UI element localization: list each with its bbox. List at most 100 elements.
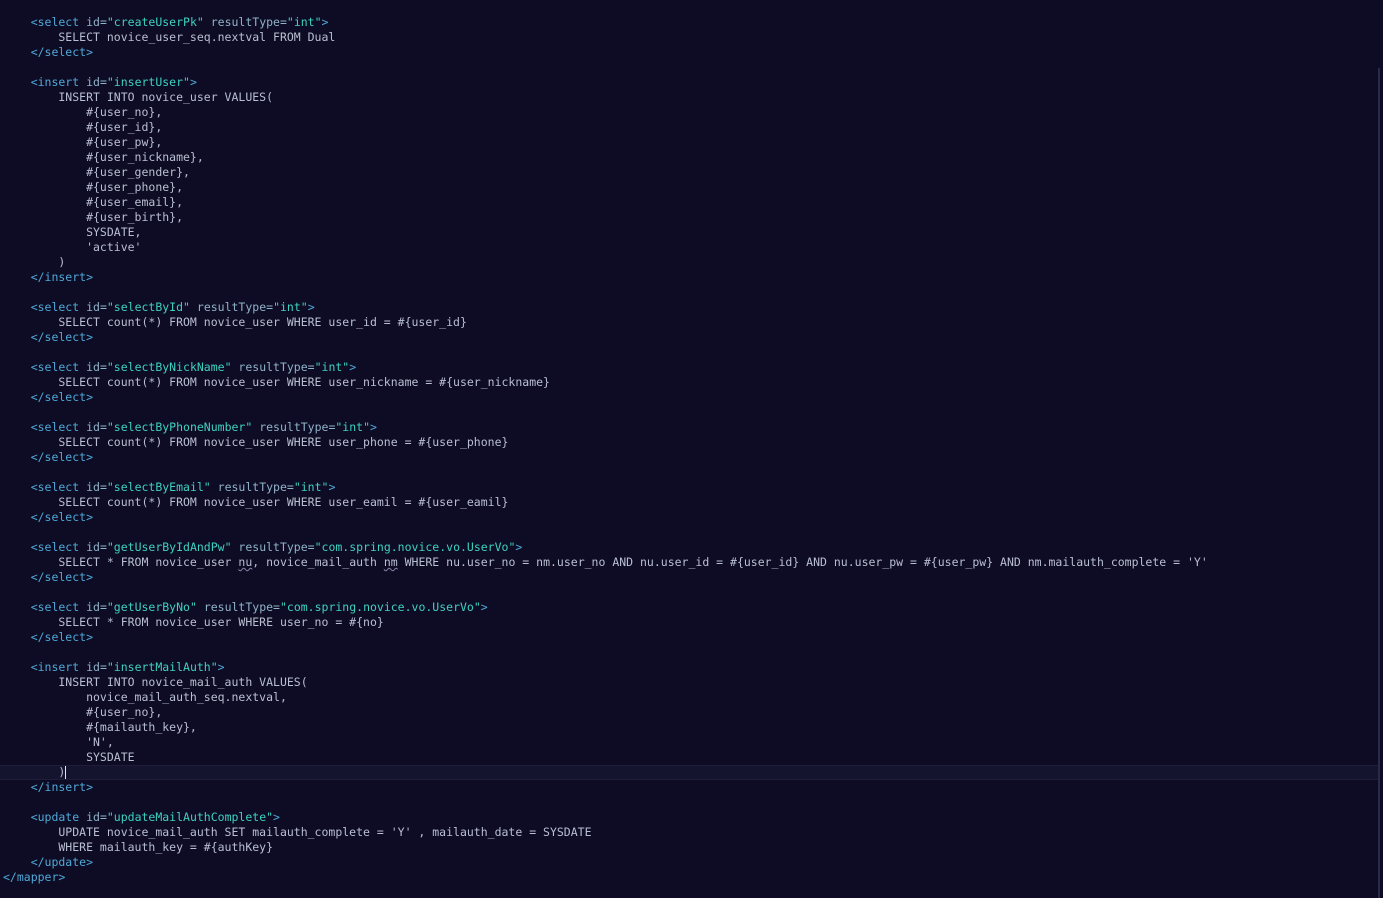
code-line[interactable]: ) [0,255,1378,270]
code-line[interactable]: #{user_no}, [0,105,1378,120]
code-token: INSERT INTO novice_mail_auth VALUES( [3,675,308,689]
code-token: "updateMailAuthComplete" [106,810,274,824]
code-line[interactable]: <select id="selectByEmail" resultType="i… [0,480,1378,495]
code-line[interactable]: #{user_birth}, [0,210,1378,225]
code-line[interactable]: <select id="selectById" resultType="int"… [0,300,1378,315]
code-line[interactable] [0,60,1378,75]
code-token: SELECT * FROM novice_user WHERE user_no … [3,615,384,629]
code-editor[interactable]: <select id="createUserPk" resultType="in… [0,0,1383,898]
code-line[interactable]: SELECT * FROM novice_user WHERE user_no … [0,615,1378,630]
code-line[interactable]: </insert> [0,270,1378,285]
code-token: > [189,75,197,89]
code-token: > [515,540,523,554]
code-line[interactable]: #{user_phone}, [0,180,1378,195]
code-line[interactable]: </select> [0,45,1378,60]
code-line[interactable]: <insert id="insertMailAuth"> [0,660,1378,675]
code-line[interactable]: <select id="selectByPhoneNumber" resultT… [0,420,1378,435]
code-line[interactable]: #{mailauth_key}, [0,720,1378,735]
code-token: "selectByEmail" [106,480,211,494]
code-line[interactable]: </select> [0,570,1378,585]
code-line[interactable] [0,285,1378,300]
code-token: UPDATE novice_mail_auth SET mailauth_com… [3,825,592,839]
code-token: 'active' [3,240,142,254]
code-line[interactable]: </select> [0,330,1378,345]
code-token: resultType= [189,300,274,314]
code-line[interactable]: SYSDATE, [0,225,1378,240]
code-line[interactable]: <select id="selectByNickName" resultType… [0,360,1378,375]
code-line[interactable]: SELECT novice_user_seq.nextval FROM Dual [0,30,1378,45]
code-line[interactable]: SELECT * FROM novice_user nu, novice_mai… [0,555,1378,570]
code-line[interactable]: SELECT count(*) FROM novice_user WHERE u… [0,375,1378,390]
code-line[interactable]: </select> [0,510,1378,525]
code-token: nu [238,555,253,569]
code-token: "com.spring.novice.vo.UserVo" [314,540,516,554]
code-token: </select> [3,390,94,404]
code-line[interactable]: SYSDATE [0,750,1378,765]
code-token: "int" [273,300,308,314]
code-line[interactable] [0,525,1378,540]
code-line[interactable]: </insert> [0,780,1378,795]
code-token: "insertMailAuth" [106,660,218,674]
code-line[interactable]: </select> [0,630,1378,645]
code-token: , novice_mail_auth [252,555,384,569]
code-line[interactable] [0,465,1378,480]
code-line-current[interactable]: ) [0,765,1378,780]
code-line[interactable]: INSERT INTO novice_mail_auth VALUES( [0,675,1378,690]
code-line[interactable]: #{user_no}, [0,705,1378,720]
code-token: id= [86,810,107,824]
code-line[interactable]: <update id="updateMailAuthComplete"> [0,810,1378,825]
code-line[interactable]: #{user_pw}, [0,135,1378,150]
code-line[interactable] [0,645,1378,660]
vertical-scrollbar[interactable] [1378,68,1380,898]
code-token: "selectById" [106,300,190,314]
code-token: #{user_id}, [3,120,163,134]
code-line[interactable]: #{user_nickname}, [0,150,1378,165]
code-line[interactable]: 'active' [0,240,1378,255]
code-token: </select> [3,510,94,524]
code-token: ) [3,255,66,269]
code-token: > [349,360,357,374]
code-line[interactable] [0,345,1378,360]
code-line[interactable]: SELECT count(*) FROM novice_user WHERE u… [0,495,1378,510]
code-token: resultType= [203,15,287,29]
code-token: SELECT count(*) FROM novice_user WHERE u… [3,435,509,449]
code-token: #{user_no}, [3,705,163,719]
code-line[interactable]: SELECT count(*) FROM novice_user WHERE u… [0,315,1378,330]
code-token: WHERE mailauth_key = #{authKey} [3,840,274,854]
code-token: "int" [293,480,329,494]
code-line[interactable]: #{user_email}, [0,195,1378,210]
code-line[interactable]: WHERE mailauth_key = #{authKey} [0,840,1378,855]
code-token: id= [86,75,107,89]
code-line[interactable]: 'N', [0,735,1378,750]
code-line[interactable]: #{user_id}, [0,120,1378,135]
code-line[interactable]: </select> [0,450,1378,465]
code-line[interactable]: UPDATE novice_mail_auth SET mailauth_com… [0,825,1378,840]
code-token: > [328,480,336,494]
code-token: <select [3,600,87,614]
code-token: id= [86,420,107,434]
code-token: resultType= [252,420,336,434]
code-token: resultType= [196,600,280,614]
code-line[interactable]: <select id="getUserByNo" resultType="com… [0,600,1378,615]
code-token: id= [86,660,107,674]
code-line[interactable] [0,795,1378,810]
code-line[interactable]: </select> [0,390,1378,405]
code-line[interactable]: <insert id="insertUser"> [0,75,1378,90]
code-token: WHERE nu.user_no = nm.user_no AND nu.use… [397,555,1208,569]
code-line[interactable]: #{user_gender}, [0,165,1378,180]
code-line[interactable] [0,405,1378,420]
code-token: id= [86,540,107,554]
code-line[interactable]: <select id="createUserPk" resultType="in… [0,15,1378,30]
code-token: <insert [3,660,87,674]
code-token: id= [86,360,107,374]
code-line[interactable]: <select id="getUserByIdAndPw" resultType… [0,540,1378,555]
code-line[interactable]: INSERT INTO novice_user VALUES( [0,90,1378,105]
code-line[interactable]: SELECT count(*) FROM novice_user WHERE u… [0,435,1378,450]
code-line[interactable]: novice_mail_auth_seq.nextval, [0,690,1378,705]
code-line[interactable] [0,585,1378,600]
code-token: <insert [3,75,87,89]
code-line[interactable]: </mapper> [0,870,1378,885]
code-token: #{mailauth_key}, [3,720,197,734]
code-token: resultType= [231,360,315,374]
code-line[interactable]: </update> [0,855,1378,870]
